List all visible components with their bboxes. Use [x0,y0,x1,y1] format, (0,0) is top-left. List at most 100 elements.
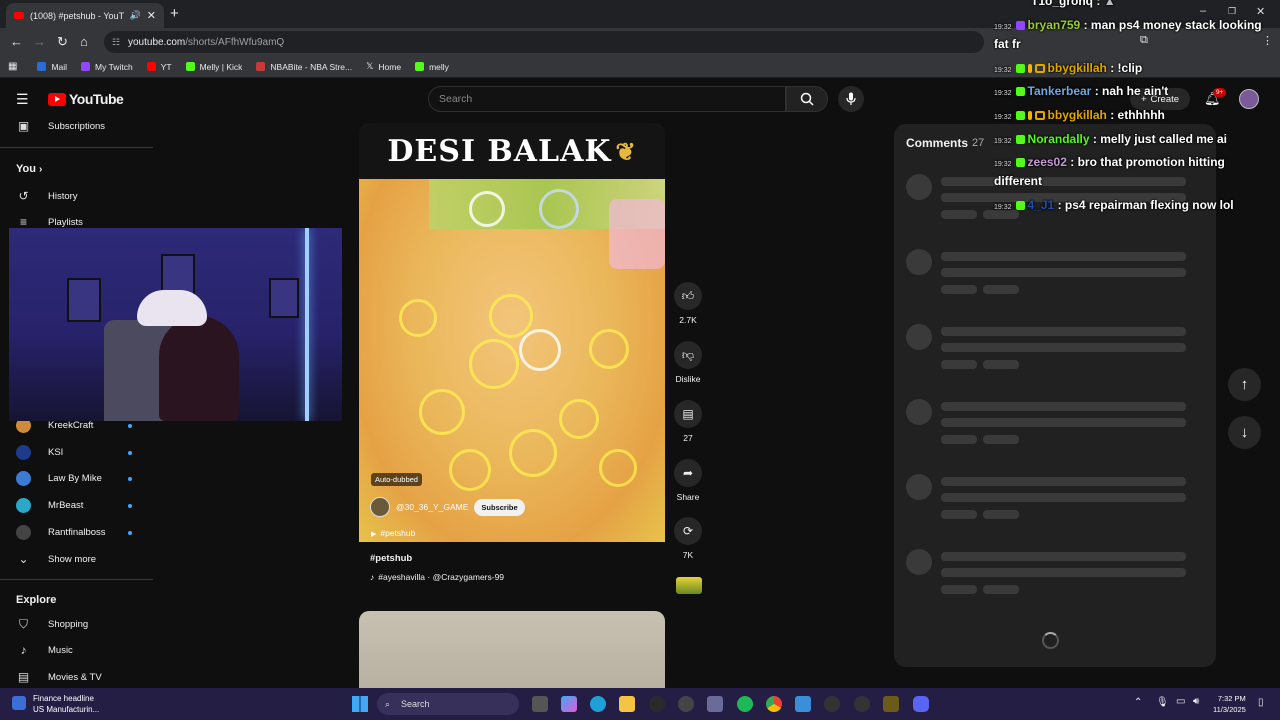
streamer-figure [159,316,239,421]
comment-icon[interactable]: ▤ [674,400,702,428]
bookmark-nbabite[interactable]: NBABite - NBA Stre... [256,62,352,72]
tab-audio-icon[interactable]: 🔊 [130,10,141,21]
channel-avatar[interactable] [370,497,390,517]
bookmark-yt[interactable]: YT [146,62,172,72]
share-action[interactable]: ➦ Share [673,459,703,502]
share-arrow-icon[interactable]: ➦ [674,459,702,487]
taskbar-search[interactable]: ⌕ Search [377,693,519,715]
short-sound[interactable]: ♪ #ayeshavilla · @Crazygamers-99 [370,572,504,582]
sidebar-item-shopping[interactable]: ⛉ Shopping [16,617,88,632]
thumbs-down-icon[interactable]: 👎︎ [674,341,702,369]
home-icon[interactable]: ⌂ [80,34,88,49]
window-minimize-button[interactable]: – [1200,5,1206,17]
sidebar-you-heading[interactable]: You › [16,163,42,175]
media-player-icon[interactable] [824,696,840,712]
video-tag-link[interactable]: ▶ #petshub [371,528,415,538]
app-icon[interactable] [883,696,899,712]
pink-corner [609,199,665,269]
menu-icon[interactable]: ⋮ [1262,34,1273,47]
settings-gear-icon[interactable] [678,696,694,712]
search-input[interactable]: Search [428,86,786,112]
weather-widget-icon[interactable] [12,696,26,710]
wall-frame [269,278,299,318]
windows-start-icon[interactable] [352,696,368,712]
discord-icon[interactable] [913,696,929,712]
network-icon[interactable]: ▭ [1176,696,1185,707]
subscriptions-icon: ▣ [17,119,30,133]
previous-short-button[interactable]: ↑ [1228,368,1261,401]
notifications-button[interactable]: 🔔︎ 9+ [1204,88,1227,108]
bookmark-twitch[interactable]: My Twitch [81,62,133,72]
sidebar-item-movies[interactable]: ▤ Movies & TV [16,670,102,684]
hamburger-menu-icon[interactable]: ☰ [16,91,29,108]
photos-icon[interactable] [795,696,811,712]
remix-icon[interactable]: ⟳ [674,517,702,545]
short-title[interactable]: #petshub [370,553,412,564]
chevron-right-icon: › [39,164,43,175]
remix-action[interactable]: ⟳ 7K [673,517,703,560]
sidebar-channel-rantfinalboss[interactable]: Rantfinalboss [16,525,106,540]
extensions-icon[interactable]: ⧉ [1140,34,1148,47]
sidebar-show-more[interactable]: ⌄ Show more [16,552,96,566]
microphone-icon[interactable]: 🎙︎ [1156,697,1169,708]
address-bar[interactable]: ☷ youtube.com/shorts/AFfhWfu9amQ [104,31,984,53]
like-action[interactable]: 👍︎ 2.7K [673,282,703,325]
chat-time: 19:32 [994,161,1012,168]
bookmark-home[interactable]: 𝕏 Home [366,61,401,72]
bookmark-label: Melly | Kick [199,61,243,72]
task-view-icon[interactable] [532,696,548,712]
dislike-action[interactable]: 👎︎ Dislike [673,341,703,384]
next-short-preview[interactable] [359,611,665,691]
sidebar-item-subscriptions[interactable]: ▣ Subscriptions [16,119,105,133]
file-explorer-icon[interactable] [619,696,635,712]
new-content-dot [128,451,132,455]
reload-icon[interactable]: ↻ [57,34,68,50]
app-icon[interactable] [854,696,870,712]
window-close-button[interactable]: ✕ [1256,5,1265,18]
news-widget[interactable]: Finance headline US Manufacturin... [33,693,99,715]
tab-close-icon[interactable]: ✕ [147,9,156,22]
show-more-label: Show more [48,553,97,565]
bookmark-mail[interactable]: Mail [37,62,67,72]
next-short-button[interactable]: ↓ [1228,416,1261,449]
volume-icon[interactable]: 🔊︎ [1193,696,1199,707]
bookmark-label: NBABite - NBA Stre... [270,61,353,72]
copilot-icon[interactable] [561,696,577,712]
notification-icon[interactable]: ▯ [1258,697,1264,708]
chat-time: 19:32 [994,67,1012,74]
sidebar-item-playlists[interactable]: ≡ Playlists [16,215,83,229]
back-arrow-icon[interactable]: ← [10,34,23,49]
apps-grid-icon[interactable]: ▦ [8,61,17,72]
youtube-icon [146,62,156,71]
sidebar-item-history[interactable]: ↺ History [16,189,77,203]
forward-arrow-icon[interactable]: → [33,34,46,49]
spotify-icon[interactable] [737,696,753,712]
chrome-icon[interactable] [766,696,782,712]
youtube-logo[interactable]: YouTube [48,91,124,107]
site-info-icon[interactable]: ☷ [112,37,120,48]
voice-search-button[interactable] [838,86,864,112]
chat-message: 19:32 bryan759 : man ps4 money stack look… [994,18,1262,32]
account-avatar[interactable] [1239,89,1259,109]
sound-thumbnail[interactable] [676,577,702,594]
bookmark-kick[interactable]: Melly | Kick [185,61,243,72]
channel-handle[interactable]: @30_36_Y_GAME [396,502,468,512]
subscribe-button[interactable]: Subscribe [474,498,525,516]
search-button[interactable] [786,86,828,112]
sidebar-channel-law-by-mike[interactable]: Law By Mike [16,471,102,486]
shorts-video-player[interactable]: DESI BALAK ❦ Auto-dubbed @30_36_Y_GAME Su… [359,123,665,542]
sidebar-channel-mrbeast[interactable]: MrBeast [16,498,83,513]
sidebar-item-music[interactable]: ♪ Music [16,643,73,657]
bookmark-melly[interactable]: melly [415,62,449,72]
sidebar-channel-ksi[interactable]: KSI [16,445,63,460]
new-tab-button[interactable]: + [170,5,179,22]
system-clock[interactable]: 7:32 PM 11/3/2025 [1213,693,1246,715]
xbox-icon[interactable] [649,696,665,712]
browser-tab[interactable]: (1008) #petshub - YouTube 🔊 ✕ [6,3,164,28]
comments-action[interactable]: ▤ 27 [673,400,703,443]
edge-icon[interactable] [590,696,606,712]
store-icon[interactable] [707,696,723,712]
thumbs-up-icon[interactable]: 👍︎ [674,282,702,310]
window-maximize-button[interactable]: ❐ [1228,6,1236,17]
tray-chevron-icon[interactable]: ⌃ [1134,697,1142,708]
